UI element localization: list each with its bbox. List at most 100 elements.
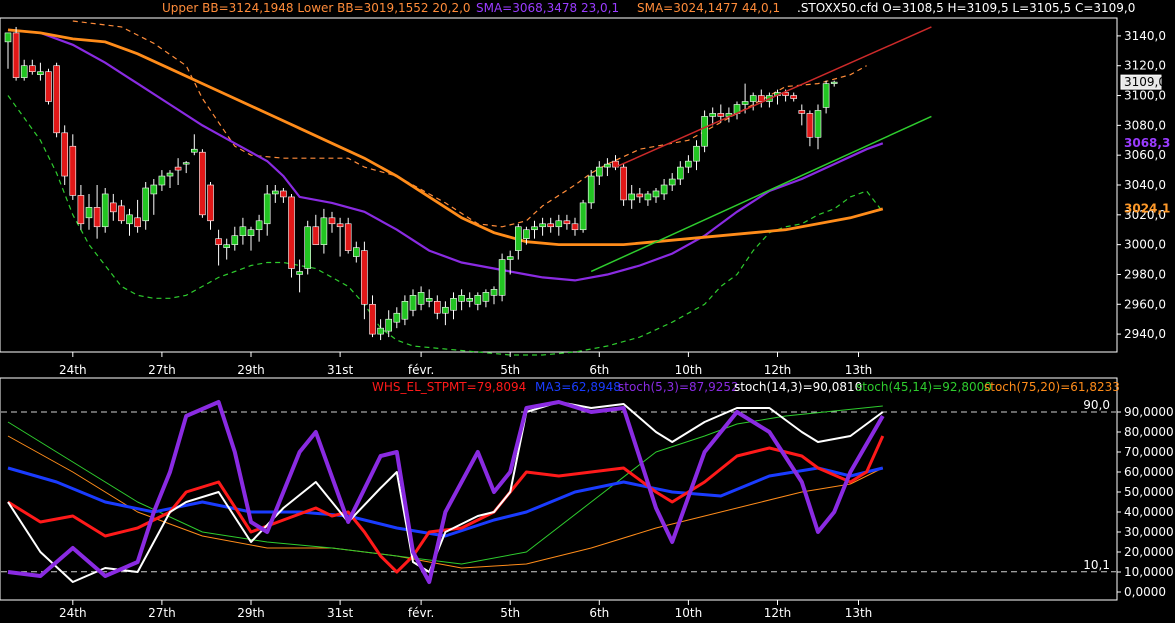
candle-body — [693, 145, 700, 162]
osc-tick-label: 20,0000 — [1124, 545, 1174, 559]
candle-body — [433, 301, 441, 314]
candle-body — [458, 295, 465, 302]
price-tick-label: 2940,0 — [1124, 327, 1166, 341]
header-stoch-14-3: stoch(14,3)=90,0810 — [734, 380, 862, 394]
candle-body — [101, 193, 109, 228]
price-tick-label: 3120,0 — [1124, 59, 1166, 73]
candle-body — [69, 145, 77, 196]
level-label: 90,0 — [1083, 398, 1110, 412]
price-tick-label: 2960,0 — [1124, 297, 1166, 311]
candle-body — [182, 162, 190, 165]
header-ohlc: .STOXX50.cfd O=3108,5 H=3109,5 L=3105,5 … — [797, 1, 1135, 15]
last-price-label: 3109,0 — [1124, 75, 1166, 89]
candle-body — [385, 318, 393, 332]
x-tick-label: 24th — [59, 363, 87, 377]
price-tick-label: 3140,0 — [1124, 29, 1166, 43]
price-tick-label: 3000,0 — [1124, 238, 1166, 252]
oscillator-panel-frame — [0, 377, 1118, 601]
candle-body — [604, 163, 611, 168]
candle-body — [134, 217, 141, 228]
candle-body — [4, 32, 12, 43]
x-tick-label: 29th — [237, 606, 265, 620]
candle-body — [352, 247, 360, 257]
header-sma-44: SMA=3024,1477 44,0,1 — [637, 1, 780, 15]
x-tick-label: 13th — [845, 363, 873, 377]
candle-body — [660, 184, 668, 195]
candle-body — [701, 116, 708, 147]
x-tick-label: 31st — [327, 606, 354, 620]
candle-body — [263, 193, 271, 225]
candle-body — [93, 207, 101, 228]
price-header: Upper BB=3124,1948 Lower BB=3019,1552 20… — [162, 1, 1135, 15]
price-tick-label: 3060,0 — [1124, 148, 1166, 162]
candle-body — [166, 172, 174, 177]
candle-body — [685, 160, 692, 168]
oscillator-panel[interactable]: 0,0000 10,0000 20,0000 30,0000 40,0000 50,000… — [0, 377, 1174, 601]
header-stoch-5-3: stoch(5,3)=87,9252 — [618, 380, 739, 394]
candle-body — [749, 95, 757, 102]
candle-body — [450, 298, 457, 311]
candle-body — [288, 196, 295, 269]
candle-body — [595, 166, 603, 177]
candle-body — [498, 259, 506, 296]
candle-body — [523, 229, 530, 239]
candle-body — [822, 83, 830, 108]
x-tick-label: 27th — [148, 363, 176, 377]
candle-body — [579, 202, 587, 231]
x-tick-label: 27th — [148, 606, 176, 620]
candle-body — [587, 175, 595, 204]
candle-body — [539, 223, 546, 228]
candle-body — [717, 113, 725, 117]
candle-body — [223, 244, 230, 248]
x-tick-label: 6th — [589, 363, 609, 377]
candle-body — [563, 220, 571, 225]
candle-body — [20, 65, 28, 78]
candle-body — [644, 193, 652, 201]
header-sma-23: SMA=3068,3478 23,0,1 — [476, 1, 619, 15]
candle-body — [118, 205, 125, 222]
candle-body — [806, 113, 814, 138]
candle-body — [158, 175, 166, 186]
candle-body — [53, 65, 60, 134]
candle-body — [547, 223, 555, 228]
value-tag: 3024,1 — [1124, 202, 1170, 216]
oscillator-header: WHS_EL_STPMT=79,8094 MA3=62,8948 stoch(5… — [372, 380, 1120, 394]
osc-tick-label: 10,0000 — [1124, 565, 1174, 579]
candle-body — [85, 207, 93, 219]
candle-body — [531, 226, 538, 231]
candle-body — [417, 292, 425, 305]
candle-body — [442, 306, 449, 314]
candle-body — [231, 235, 239, 245]
stoxx50-chart: 2940,02960,02980,03000,03020,03040,03060… — [0, 0, 1175, 623]
candle-body — [199, 151, 206, 216]
candle-body — [255, 220, 263, 231]
price-tick-label: 3080,0 — [1124, 118, 1166, 132]
x-tick-label: 13th — [845, 606, 873, 620]
candle-body — [296, 271, 303, 275]
candle-body — [790, 95, 798, 99]
candle-body — [393, 312, 401, 323]
candle-body — [490, 289, 498, 296]
candle-body — [207, 184, 214, 222]
candle-body — [361, 250, 368, 305]
candle-body — [239, 226, 247, 236]
x-tick-label: 12th — [764, 606, 792, 620]
candle-body — [668, 178, 676, 186]
candle-body — [571, 223, 579, 231]
candle-body — [247, 229, 255, 236]
candle-body — [482, 292, 490, 302]
candle-body — [798, 110, 806, 114]
osc-tick-label: 40,0000 — [1124, 505, 1174, 519]
x-tick-label: févr. — [408, 606, 434, 620]
candle-body — [709, 113, 717, 117]
candle-body — [45, 71, 52, 102]
candle-body — [466, 298, 474, 302]
header-stoch-75-20: stoch(75,20)=61,8233 — [984, 380, 1120, 394]
header-bb: Upper BB=3124,1948 Lower BB=3019,1552 20… — [162, 1, 471, 15]
x-tick-label: 10th — [675, 606, 703, 620]
price-panel[interactable]: 2940,02960,02980,03000,03020,03040,03060… — [0, 17, 1170, 356]
x-tick-label: 5th — [500, 363, 520, 377]
osc-tick-label: 70,0000 — [1124, 445, 1174, 459]
x-tick-label: févr. — [408, 363, 434, 377]
header-whs: WHS_EL_STPMT=79,8094 — [372, 380, 526, 394]
